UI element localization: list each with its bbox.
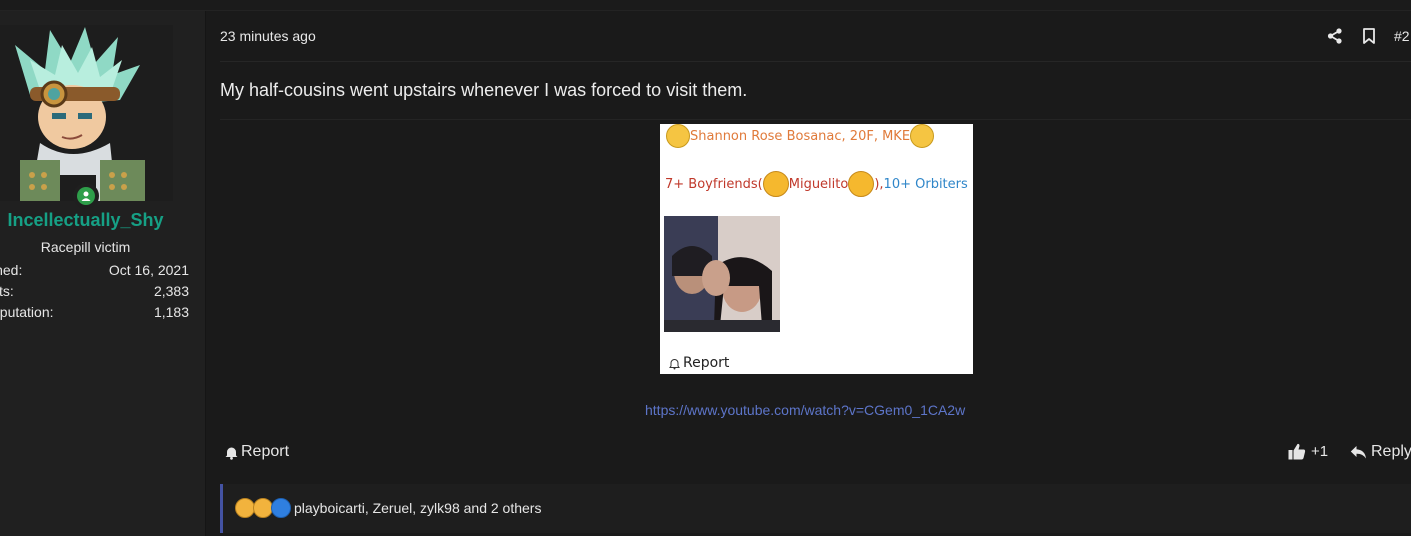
stat-reputation: eputation: 1,183 [0,304,189,324]
stat-posts: sts: 2,383 [0,283,189,303]
stat-joined: ined: Oct 16, 2021 [0,262,189,282]
post-body-text: My half-cousins went upstairs whenever I… [220,80,748,100]
scream-emoji-icon [666,124,690,148]
bell-outline-icon [669,358,680,369]
cry-emoji-icon [253,498,273,518]
embed-paren-text: ), [874,176,884,192]
scream-emoji-icon [910,124,935,148]
reactions-bar[interactable]: playboicarti, Zeruel, zylk98 and 2 other… [220,484,1411,533]
stat-label: sts: [0,283,14,299]
reaction-icons [235,498,291,518]
user-panel: Incellectually_Shy Racepill victim ined:… [0,11,206,536]
react-count: +1 [1311,443,1329,460]
report-label: Report [241,443,290,460]
report-button[interactable]: Report [224,443,289,461]
embed-photo [664,216,780,332]
embedded-image[interactable]: Shannon Rose Bosanac, 20F, MKE 7+ Boyfri… [660,124,973,374]
stat-label: eputation: [0,304,54,320]
user-title: Racepill victim [40,239,131,255]
heart-eyes-emoji-icon [762,171,789,197]
reply-button[interactable]: Reply [1350,443,1411,461]
stat-label: ined: [0,262,23,278]
heart-eyes-emoji-icon [848,171,875,197]
embed-title-line: Shannon Rose Bosanac, 20F, MKE [666,124,935,148]
youtube-link[interactable]: https://www.youtube.com/watch?v=CGem0_1C… [645,402,965,418]
username-link[interactable]: Incellectually_Shy [0,210,171,231]
thumbs-up-icon [1288,443,1306,460]
post: 23 minutes ago #2 My half-cousins went u… [206,11,1411,536]
like-reaction-icon [271,498,291,518]
bell-icon [225,447,238,460]
avatar-image [0,25,173,201]
body-divider [220,119,1411,120]
embed-miguelito-text: Miguelito [788,176,849,192]
embed-orbiters-text: 10+ Orbiters [883,176,968,192]
embed-title-text: Shannon Rose Bosanac, 20F, MKE [690,128,911,144]
online-status-icon [73,183,99,209]
embed-boyfriends-text: 7+ Boyfriends( [665,176,763,192]
reply-label: Reply [1371,443,1411,460]
page: Incellectually_Shy Racepill victim ined:… [0,0,1411,536]
avatar[interactable] [0,25,173,201]
stat-value: 1,183 [153,304,189,320]
stat-value[interactable]: 2,383 [154,283,189,299]
react-button[interactable]: +1 [1288,443,1328,460]
reply-icon [1350,445,1366,458]
reactions-users-text[interactable]: playboicarti, Zeruel, zylk98 and 2 other… [294,500,541,516]
post-number[interactable]: #2 [1394,28,1410,44]
post-timestamp[interactable]: 23 minutes ago [220,28,316,44]
bookmark-icon[interactable] [1360,27,1378,45]
header-divider [220,61,1411,62]
stat-value: Oct 16, 2021 [108,262,189,278]
embed-report-label: Report [683,355,730,371]
embed-report-link: Report [668,355,729,371]
share-icon[interactable] [1326,27,1344,45]
top-divider [0,0,1411,11]
sad-emoji-icon [235,498,255,518]
embed-subtitle-line: 7+ Boyfriends( Miguelito ), 10+ Orbiters [665,171,968,197]
